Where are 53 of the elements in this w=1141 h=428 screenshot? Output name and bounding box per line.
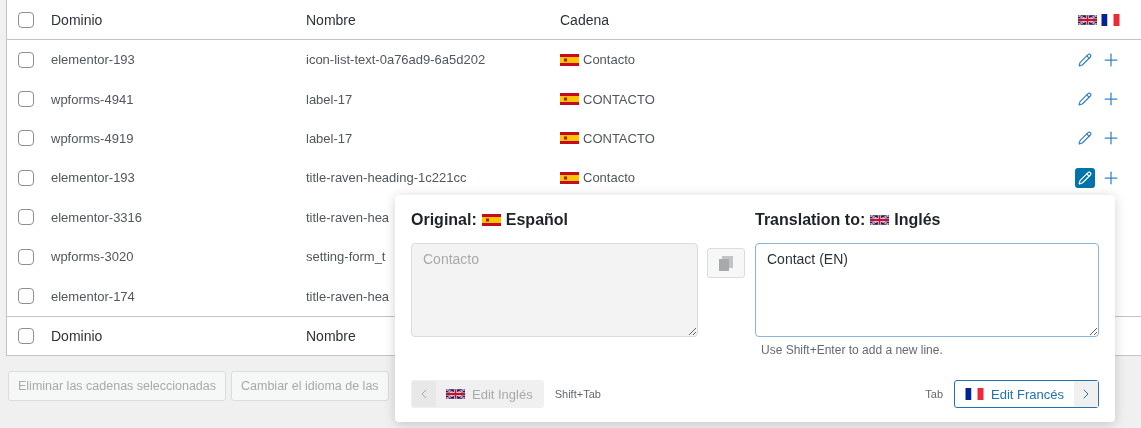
original-label: Original: (411, 211, 477, 229)
translation-label: Translation to: (755, 211, 866, 229)
row-checkbox[interactable] (18, 248, 34, 265)
target-language: Inglés (894, 211, 941, 229)
british-flag-icon (446, 388, 465, 400)
domain-cell: elementor-193 (51, 52, 135, 68)
spanish-flag-icon (560, 132, 579, 145)
domain-cell: wpforms-3020 (51, 249, 134, 265)
domain-cell: wpforms-4919 (51, 130, 134, 146)
row-checkbox[interactable] (18, 130, 34, 147)
column-header[interactable]: Dominio (51, 11, 306, 28)
row-checkbox[interactable] (18, 288, 34, 305)
string-cell: Contacto (583, 52, 636, 68)
spanish-flag-icon (481, 214, 501, 226)
hint-text: Use Shift+Enter to add a new line. (761, 343, 944, 357)
french-flag-icon (1101, 13, 1120, 26)
string-cell: CONTACTO (583, 130, 655, 146)
row-checkbox[interactable] (18, 51, 34, 68)
name-cell: label-17 (306, 91, 353, 107)
domain-cell: wpforms-4941 (51, 91, 134, 107)
select-all-checkbox[interactable] (18, 11, 34, 28)
select-all-checkbox[interactable] (18, 327, 34, 344)
string-cell: Contacto (583, 170, 636, 186)
shortcut-hint: Tab (925, 388, 943, 400)
domain-cell: elementor-193 (51, 170, 135, 186)
british-flag-icon (1078, 13, 1097, 26)
next-language-button[interactable]: Edit Francés (954, 380, 1099, 408)
spanish-flag-icon (560, 171, 579, 184)
name-cell: title-raven-hea (306, 209, 390, 225)
spanish-flag-icon (560, 93, 579, 106)
copy-button[interactable] (707, 248, 745, 278)
string-cell: CONTACTO (583, 91, 655, 107)
name-cell: setting-form_t (306, 249, 386, 265)
edit-button[interactable] (1075, 167, 1095, 188)
column-header[interactable]: Dominio (51, 327, 306, 344)
source-language: Español (505, 211, 568, 229)
name-cell: title-raven-hea (306, 288, 390, 304)
shortcut-hint: Shift+Tab (554, 388, 601, 400)
translation-text-field[interactable]: Contact (EN) (755, 243, 1099, 337)
row-checkbox[interactable] (18, 91, 34, 108)
name-cell: title-raven-heading-1c221cc (306, 170, 467, 186)
row-checkbox[interactable] (18, 209, 34, 226)
name-cell: label-17 (306, 130, 353, 146)
british-flag-icon (870, 214, 890, 226)
name-cell: icon-list-text-0a76ad9-6a5d202 (306, 52, 486, 68)
row-checkbox[interactable] (18, 169, 34, 186)
domain-cell: elementor-174 (51, 288, 135, 304)
column-header[interactable]: Nombre (306, 11, 560, 28)
french-flag-icon (965, 388, 984, 400)
spanish-flag-icon (560, 53, 579, 66)
copy-icon (719, 255, 733, 271)
domain-cell: elementor-3316 (51, 209, 143, 225)
column-header[interactable]: Cadena (560, 11, 1061, 28)
